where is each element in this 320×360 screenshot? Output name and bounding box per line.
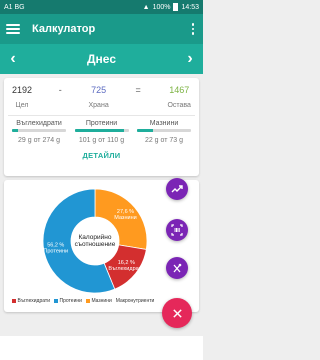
details-button[interactable]: ДЕТАЙЛИ bbox=[4, 151, 199, 160]
battery-icon bbox=[173, 3, 179, 11]
macro-amount: 101 g от 110 g bbox=[78, 137, 125, 144]
minus-sign: - bbox=[58, 85, 62, 95]
legend-label: Макронутриенти bbox=[115, 298, 155, 304]
page-title: Калкулатор bbox=[32, 23, 96, 35]
goal-label: Цел bbox=[15, 102, 29, 109]
macro-carbs: Въглехидрати 29 g от 274 g bbox=[12, 120, 66, 144]
signal-icon: ▲ bbox=[142, 3, 150, 11]
chart-legend: Въглехидрати Протеини Мазнини Макронутриент… bbox=[12, 298, 154, 304]
day-label: Днес bbox=[87, 52, 116, 66]
legend-item: Протеини bbox=[54, 298, 82, 304]
macro-name: Мазнини bbox=[149, 120, 179, 127]
remaining-column: 1467 Остава bbox=[167, 84, 191, 109]
barcode-scan-icon bbox=[171, 224, 183, 236]
add-food-fab[interactable] bbox=[166, 257, 188, 279]
food-label: Храна bbox=[88, 102, 109, 109]
status-right: ▲ 100% 14:53 bbox=[143, 3, 199, 11]
progress-fill bbox=[137, 129, 154, 132]
calorie-ratio-card: 27,6 % Мазнини 16,2 % Въглехидрати 56,2 % Про… bbox=[4, 180, 199, 312]
progress-fill bbox=[12, 129, 18, 132]
legend-item: Макронутриенти bbox=[116, 298, 155, 304]
battery-percent: 100% bbox=[152, 3, 171, 11]
progress-bar bbox=[137, 129, 191, 132]
chart-center-label: Калорийно съотношение bbox=[75, 233, 116, 248]
legend-item: Мазнини bbox=[85, 298, 112, 304]
macro-amount: 22 g от 73 g bbox=[144, 137, 184, 144]
macro-progress-list: Въглехидрати 29 g от 274 g Протеини 101 … bbox=[4, 120, 199, 144]
close-fab[interactable] bbox=[162, 298, 192, 328]
legend-label: Мазнини bbox=[91, 298, 112, 304]
macro-protein: Протеини 101 g от 110 g bbox=[74, 120, 129, 144]
day-selector: ‹ Днес › bbox=[0, 44, 203, 74]
calorie-ratio-donut-chart: 27,6 % Мазнини16,2 % Въглехидрати56,2 % Про… bbox=[42, 188, 148, 294]
calorie-summary-card: 2192 Цел - 725 Храна = 1467 Остава Въгле… bbox=[4, 78, 199, 176]
equals-sign: = bbox=[135, 85, 141, 95]
menu-icon[interactable] bbox=[6, 24, 20, 34]
trend-line-icon bbox=[171, 185, 183, 193]
calorie-equation: 2192 Цел - 725 Храна = 1467 Остава bbox=[4, 84, 199, 109]
food-column: 725 Храна bbox=[89, 84, 109, 109]
app-bar: Калкулатор bbox=[0, 14, 203, 44]
progress-fill bbox=[74, 129, 125, 132]
food-value: 725 bbox=[91, 85, 107, 95]
close-icon bbox=[172, 308, 182, 318]
system-navigation-bar bbox=[0, 336, 203, 360]
status-bar: A1 BG ▲ 100% 14:53 bbox=[0, 0, 203, 14]
macro-amount: 29 g от 274 g bbox=[18, 137, 60, 144]
macro-name: Въглехидрати bbox=[16, 120, 62, 127]
legend-swatch bbox=[54, 299, 59, 303]
next-day-button[interactable]: › bbox=[183, 50, 197, 68]
previous-day-button[interactable]: ‹ bbox=[6, 50, 20, 68]
trend-fab[interactable] bbox=[166, 178, 188, 200]
legend-label: Протеини bbox=[59, 298, 82, 304]
goal-value: 2192 bbox=[12, 85, 33, 95]
legend-item: Въглехидрати bbox=[12, 298, 50, 304]
goal-column: 2192 Цел bbox=[12, 84, 32, 109]
legend-swatch bbox=[85, 299, 90, 303]
carrier-label: A1 BG bbox=[4, 3, 25, 11]
donut-chart-container: 27,6 % Мазнини 16,2 % Въглехидрати 56,2 % Про… bbox=[40, 186, 150, 296]
clock: 14:53 bbox=[181, 3, 199, 11]
legend-swatch bbox=[12, 299, 16, 303]
progress-bar bbox=[12, 129, 66, 132]
pie-slice-label: 27,6 % Мазнини bbox=[114, 209, 136, 221]
cutlery-icon bbox=[173, 263, 182, 273]
remaining-label: Остава bbox=[167, 102, 191, 109]
progress-bar bbox=[74, 129, 129, 132]
divider bbox=[8, 115, 195, 116]
more-options-icon[interactable] bbox=[189, 23, 197, 35]
remaining-value: 1467 bbox=[169, 85, 190, 95]
macro-name: Протеини bbox=[85, 120, 118, 127]
barcode-scan-fab[interactable] bbox=[166, 219, 188, 241]
macro-fat: Мазнини 22 g от 73 g bbox=[137, 120, 191, 144]
legend-label: Въглехидрати bbox=[17, 298, 51, 304]
